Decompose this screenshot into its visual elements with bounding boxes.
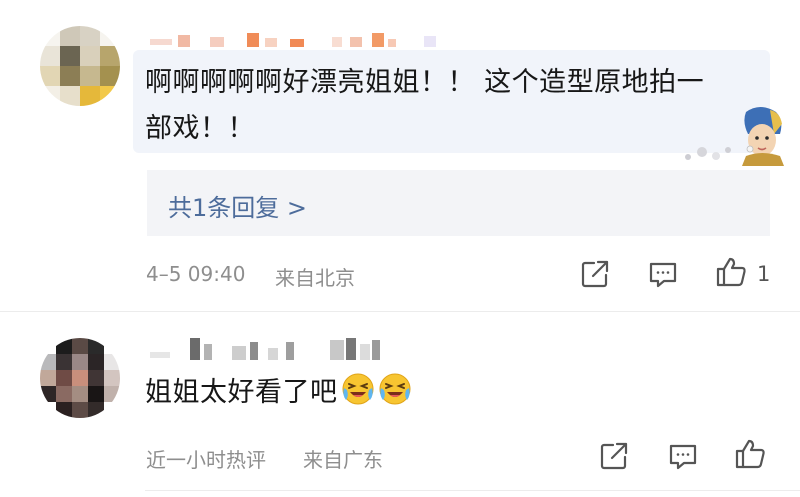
comment-location: 来自北京: [275, 266, 355, 290]
laugh-cry-emoji-icon: [341, 372, 375, 406]
comment-location: 来自广东: [303, 448, 383, 472]
like-count: 1: [757, 262, 771, 286]
username-blurred[interactable]: [150, 33, 440, 47]
thumbs-up-icon[interactable]: [733, 437, 767, 471]
comment-item: 啊啊啊啊啊好漂亮姐姐！！ 这个造型原地拍一 部戏！！ 共1条回复 > 4–5 0…: [0, 0, 800, 310]
avatar[interactable]: [40, 338, 120, 418]
divider: [145, 490, 800, 491]
comment-text: 姐姐太好看了吧: [145, 368, 412, 418]
comment-text-line-1: 啊啊啊啊啊好漂亮姐姐！！ 这个造型原地拍一: [145, 67, 705, 98]
comment-text-content: 姐姐太好看了吧: [145, 377, 338, 408]
view-replies-link[interactable]: 共1条回复 >: [168, 188, 307, 223]
pearl-earring-sticker-icon: [680, 104, 790, 166]
thumbs-up-icon[interactable]: [714, 255, 748, 289]
share-icon[interactable]: [597, 439, 631, 473]
comment-text-line-2: 部戏！！: [145, 113, 255, 144]
username-blurred[interactable]: [150, 334, 390, 364]
share-icon[interactable]: [578, 257, 612, 291]
laugh-cry-emoji-icon: [378, 372, 412, 406]
comment-item: 姐姐太好看了吧 近一小时热评 来自广东: [0, 312, 800, 497]
avatar[interactable]: [40, 26, 120, 106]
replies-panel[interactable]: 共1条回复 >: [147, 170, 770, 236]
comment-icon[interactable]: [666, 439, 700, 473]
comment-timestamp: 近一小时热评: [146, 448, 266, 472]
comment-icon[interactable]: [646, 257, 680, 291]
comment-timestamp: 4–5 09:40: [146, 262, 246, 286]
